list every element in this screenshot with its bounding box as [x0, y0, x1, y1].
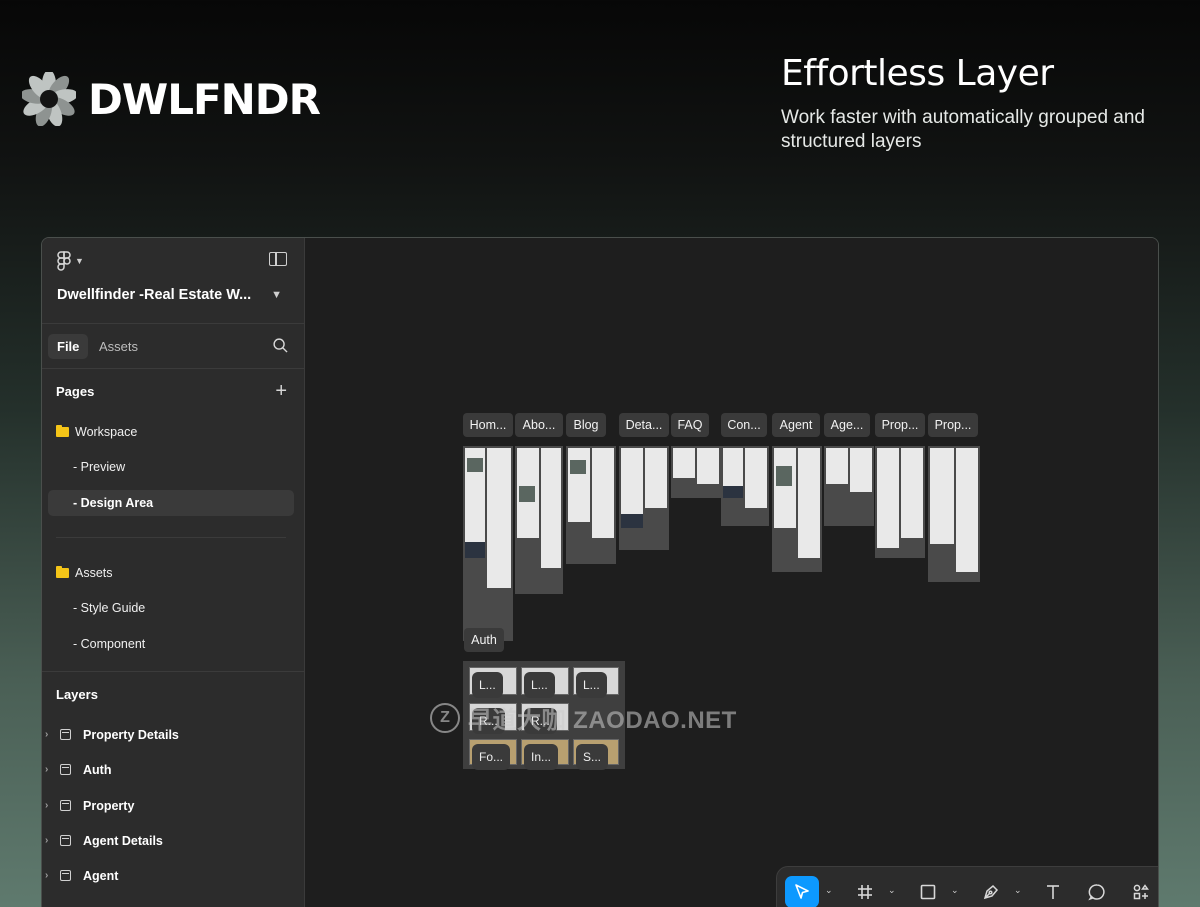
move-tool-icon[interactable] [785, 876, 819, 907]
frame-thumbnail[interactable] [875, 446, 925, 558]
hero-subtitle: Work faster with automatically grouped a… [781, 107, 1145, 152]
layer-row[interactable]: › Property Details [42, 723, 302, 747]
actions-tool-icon[interactable] [1124, 876, 1158, 907]
design-canvas[interactable]: Hom... Abo... Blog Deta... FAQ Con... Ag… [305, 238, 1158, 907]
pages-divider [56, 537, 286, 538]
page-design-area[interactable]: - Design Area [48, 490, 294, 516]
left-sidebar: ▼ Dwellfinder -Real Estate W... ▼ File A… [42, 238, 305, 907]
watermark-logo: Z [430, 702, 460, 733]
text-tool-icon[interactable] [1036, 876, 1070, 907]
frame-layer-icon [60, 729, 71, 740]
chevron-down-icon[interactable]: ⌄ [888, 885, 896, 896]
frame-label[interactable]: L... [472, 672, 503, 698]
chevron-right-icon[interactable]: › [45, 864, 48, 888]
search-icon[interactable] [273, 338, 288, 353]
page-style-guide[interactable]: - Style Guide [48, 595, 294, 621]
frame-layer-icon [60, 870, 71, 881]
frame-thumbnail[interactable] [772, 446, 822, 572]
pen-tool-icon[interactable] [974, 876, 1008, 907]
brand-name: DWLFNDR [88, 74, 321, 124]
chevron-right-icon[interactable]: › [45, 723, 48, 747]
brand: DWLFNDR [22, 72, 321, 126]
watermark: Z 早道大咖 ZAODAO.NET [430, 700, 737, 735]
frame-label[interactable]: In... [524, 744, 559, 770]
frame-label[interactable]: Agent [772, 413, 820, 437]
chevron-down-icon[interactable]: ▼ [271, 289, 282, 301]
frame-thumbnail[interactable] [566, 446, 616, 564]
frame-layer-icon [60, 835, 71, 846]
frame-label[interactable]: S... [576, 744, 609, 770]
layer-label: Agent [83, 869, 119, 883]
watermark-text: 早道大咖 ZAODAO.NET [468, 707, 737, 734]
sidebar-header: ▼ Dwellfinder -Real Estate W... ▼ [42, 238, 304, 324]
frame-thumbnail[interactable] [463, 446, 513, 641]
frame-label[interactable]: Blog [566, 413, 606, 437]
frame-label-auth[interactable]: Auth [464, 628, 504, 652]
frame-label[interactable]: Fo... [472, 744, 511, 770]
frame-label[interactable]: Con... [721, 413, 767, 437]
page-component[interactable]: - Component [48, 631, 294, 657]
frame-layer-icon [60, 764, 71, 775]
layer-label: Property [83, 799, 135, 813]
figma-icon [57, 251, 71, 271]
page-preview[interactable]: - Preview [48, 454, 294, 480]
frame-thumbnail[interactable] [928, 446, 980, 582]
page-label: Assets [75, 566, 113, 580]
frame-label[interactable]: Abo... [515, 413, 563, 437]
chevron-down-icon[interactable]: ⌄ [1014, 885, 1022, 896]
tab-assets[interactable]: Assets [90, 334, 147, 359]
flower-logo-icon [22, 72, 76, 126]
hero-title: Effortless Layer [781, 53, 1054, 94]
frame-thumbnail[interactable] [721, 446, 769, 526]
frame-thumbnail[interactable] [824, 446, 874, 526]
pages-heading: Pages [56, 384, 95, 399]
rectangle-tool-icon[interactable] [911, 876, 945, 907]
sidebar-toggle-icon[interactable] [269, 252, 287, 266]
page-folder-assets[interactable]: Assets [48, 560, 294, 586]
layer-label: Agent Details [83, 834, 163, 848]
layers-divider [42, 671, 304, 672]
frame-tool-icon[interactable] [848, 876, 882, 907]
chevron-down-icon: ▼ [75, 256, 84, 266]
frame-label[interactable]: Hom... [463, 413, 513, 437]
chevron-down-icon[interactable]: ⌄ [951, 885, 959, 896]
project-title[interactable]: Dwellfinder -Real Estate W... [57, 287, 251, 303]
add-page-icon[interactable]: + [275, 381, 287, 401]
frame-thumbnail[interactable] [619, 446, 669, 550]
bottom-toolbar: ⌄ ⌄ ⌄ ⌄ [776, 866, 1158, 907]
chevron-right-icon[interactable]: › [45, 794, 48, 818]
layers-heading: Layers [56, 687, 98, 702]
frame-label[interactable]: Age... [824, 413, 870, 437]
chevron-right-icon[interactable]: › [45, 829, 48, 853]
chevron-down-icon[interactable]: ⌄ [825, 885, 833, 896]
folder-icon [56, 425, 69, 437]
frame-label[interactable]: Deta... [619, 413, 669, 437]
main-menu-button[interactable]: ▼ [57, 251, 84, 271]
frame-thumbnail[interactable] [515, 446, 563, 594]
frame-label[interactable]: Prop... [875, 413, 925, 437]
page-label: Workspace [75, 425, 138, 439]
frame-label[interactable]: L... [576, 672, 607, 698]
tab-file[interactable]: File [48, 334, 89, 359]
layer-row[interactable]: › Property [42, 794, 302, 818]
frame-thumbnail[interactable] [671, 446, 721, 498]
page-folder-workspace[interactable]: Workspace [48, 419, 294, 445]
chevron-right-icon[interactable]: › [45, 758, 48, 782]
frame-layer-icon [60, 800, 71, 811]
layer-row[interactable]: › Agent [42, 864, 302, 888]
frame-label[interactable]: FAQ [671, 413, 709, 437]
layer-label: Auth [83, 763, 112, 777]
frame-label[interactable]: Prop... [928, 413, 978, 437]
app-window: ▼ Dwellfinder -Real Estate W... ▼ File A… [41, 237, 1159, 907]
layer-row[interactable]: › Auth [42, 758, 302, 782]
layer-label: Property Details [83, 728, 179, 742]
sidebar-tabs: File Assets [42, 324, 304, 369]
comment-tool-icon[interactable] [1080, 876, 1114, 907]
frame-label[interactable]: L... [524, 672, 555, 698]
layer-row[interactable]: › Agent Details [42, 829, 302, 853]
hero: Effortless Layer Work faster with automa… [781, 52, 1181, 154]
folder-icon [56, 566, 69, 578]
